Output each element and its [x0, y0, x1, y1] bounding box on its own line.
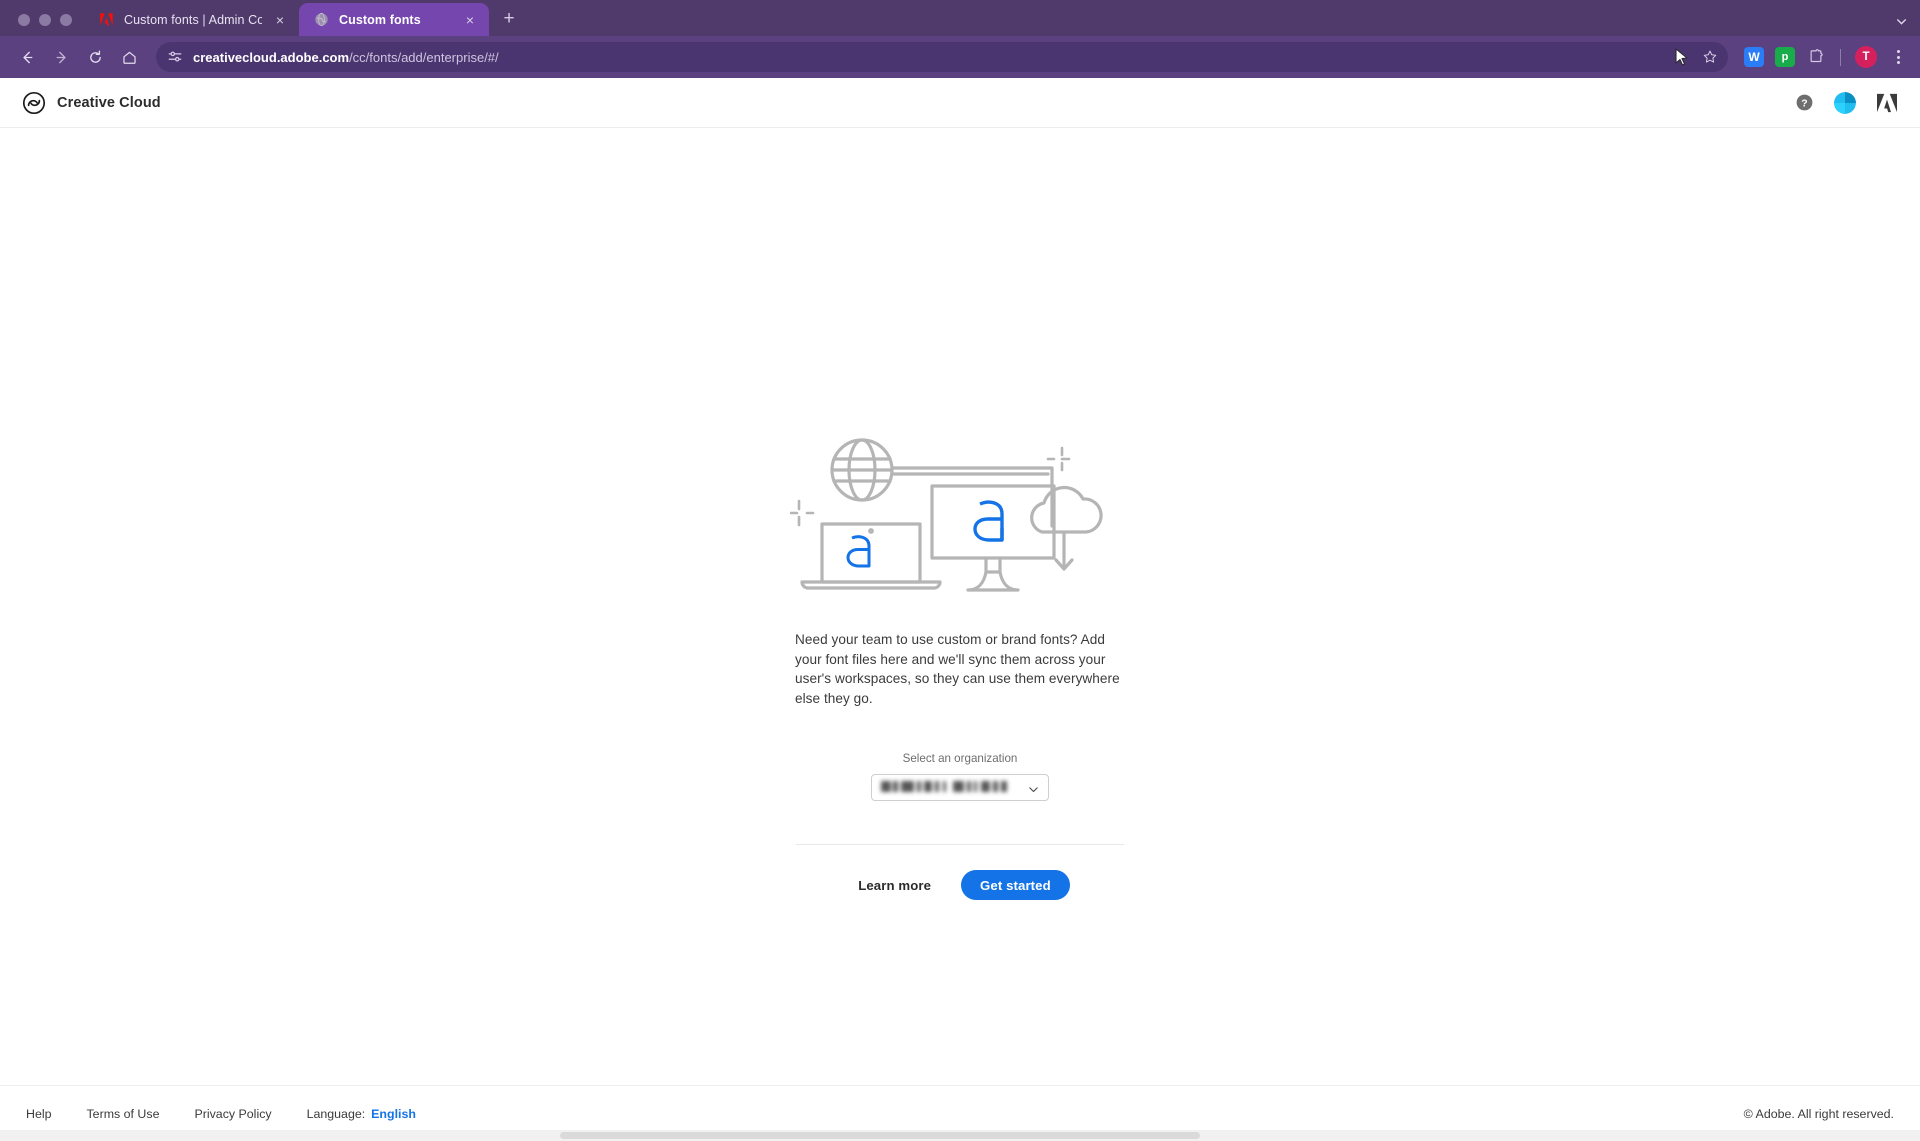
chevron-down-icon[interactable]: [1028, 782, 1039, 793]
scrollbar-thumb[interactable]: [560, 1132, 1200, 1139]
url-domain: creativecloud.adobe.com: [193, 49, 350, 65]
language-value[interactable]: English: [371, 1107, 416, 1121]
organization-select[interactable]: [871, 774, 1049, 802]
extensions-puzzle-icon[interactable]: [1806, 47, 1826, 67]
svg-text:?: ?: [1801, 98, 1807, 109]
language-selector[interactable]: Language: English: [307, 1107, 416, 1121]
reload-button[interactable]: [80, 42, 110, 72]
fonts-sync-illustration: [789, 428, 1130, 608]
learn-more-button[interactable]: Learn more: [850, 872, 939, 899]
tab-close-button[interactable]: ×: [271, 11, 289, 29]
new-tab-button[interactable]: +: [495, 5, 523, 33]
get-started-button[interactable]: Get started: [961, 870, 1070, 901]
url-path: /cc/fonts/add/enterprise/#/: [349, 49, 499, 65]
browser-window: Custom fonts | Admin Console × Custom fo…: [0, 0, 1920, 1141]
browser-menu-icon[interactable]: [1888, 50, 1908, 64]
workona-extension-icon[interactable]: W: [1744, 47, 1764, 67]
copyright-text: © Adobe. All right reserved.: [1743, 1106, 1894, 1121]
action-buttons: Learn more Get started: [850, 870, 1070, 901]
toolbar-divider: [1840, 48, 1841, 66]
empty-state-hero: Need your team to use custom or brand fo…: [789, 428, 1130, 901]
browser-tab-custom-fonts[interactable]: Custom fonts ×: [299, 3, 489, 36]
site-settings-icon[interactable]: [166, 48, 184, 66]
footer-link-help[interactable]: Help: [26, 1107, 51, 1121]
home-button[interactable]: [114, 42, 144, 72]
address-bar[interactable]: creativecloud.adobe.com/cc/fonts/add/ent…: [156, 42, 1728, 72]
web-page: Creative Cloud ? Need your team to use c…: [0, 78, 1920, 1141]
main-content: Need your team to use custom or brand fo…: [0, 128, 1920, 1085]
user-avatar[interactable]: [1834, 91, 1856, 114]
horizontal-scrollbar[interactable]: [0, 1130, 1920, 1141]
extension-toolbar: W p T: [1742, 46, 1908, 68]
header-actions: ?: [1795, 91, 1898, 114]
language-label: Language:: [306, 1106, 366, 1121]
adobe-logo-icon: [98, 11, 115, 28]
minimize-window-button[interactable]: [39, 14, 51, 26]
address-bar-url: creativecloud.adobe.com/cc/fonts/add/ent…: [193, 50, 499, 65]
brand-block[interactable]: Creative Cloud: [22, 91, 161, 115]
tab-search-chevron-icon[interactable]: [1895, 15, 1908, 31]
bookmark-star-icon[interactable]: [1700, 47, 1720, 67]
forward-button[interactable]: [46, 42, 76, 72]
help-circle-icon[interactable]: ?: [1795, 93, 1814, 112]
tab-title: Custom fonts: [339, 12, 421, 27]
footer-link-privacy[interactable]: Privacy Policy: [194, 1107, 271, 1121]
browser-tabstrip: Custom fonts | Admin Console × Custom fo…: [0, 0, 1920, 36]
window-controls[interactable]: [10, 14, 84, 36]
organization-select-value-redacted: [881, 781, 1024, 794]
footer-link-terms[interactable]: Terms of Use: [86, 1107, 159, 1121]
organization-select-label: Select an organization: [902, 752, 1018, 766]
close-window-button[interactable]: [18, 14, 30, 26]
tab-title: Custom fonts | Admin Console: [124, 12, 262, 27]
maximize-window-button[interactable]: [60, 14, 72, 26]
section-divider: [796, 844, 1124, 846]
tab-close-button[interactable]: ×: [461, 11, 479, 29]
back-button[interactable]: [12, 42, 42, 72]
app-title: Creative Cloud: [57, 94, 161, 111]
creative-cloud-logo-icon: [22, 91, 46, 115]
empty-state-description: Need your team to use custom or brand fo…: [795, 632, 1120, 706]
footer-links: Help Terms of Use Privacy Policy Languag…: [26, 1107, 416, 1121]
browser-profile-avatar[interactable]: T: [1855, 46, 1877, 68]
adobe-logo-icon[interactable]: [1876, 93, 1898, 113]
globe-favicon-icon: [313, 11, 330, 28]
browser-toolbar: creativecloud.adobe.com/cc/fonts/add/ent…: [0, 36, 1920, 78]
browser-tab-admin-console[interactable]: Custom fonts | Admin Console ×: [84, 3, 299, 36]
creative-cloud-header: Creative Cloud ?: [0, 78, 1920, 128]
tabstrip-right-controls: [1895, 15, 1920, 36]
pinterest-extension-icon[interactable]: p: [1775, 47, 1795, 67]
